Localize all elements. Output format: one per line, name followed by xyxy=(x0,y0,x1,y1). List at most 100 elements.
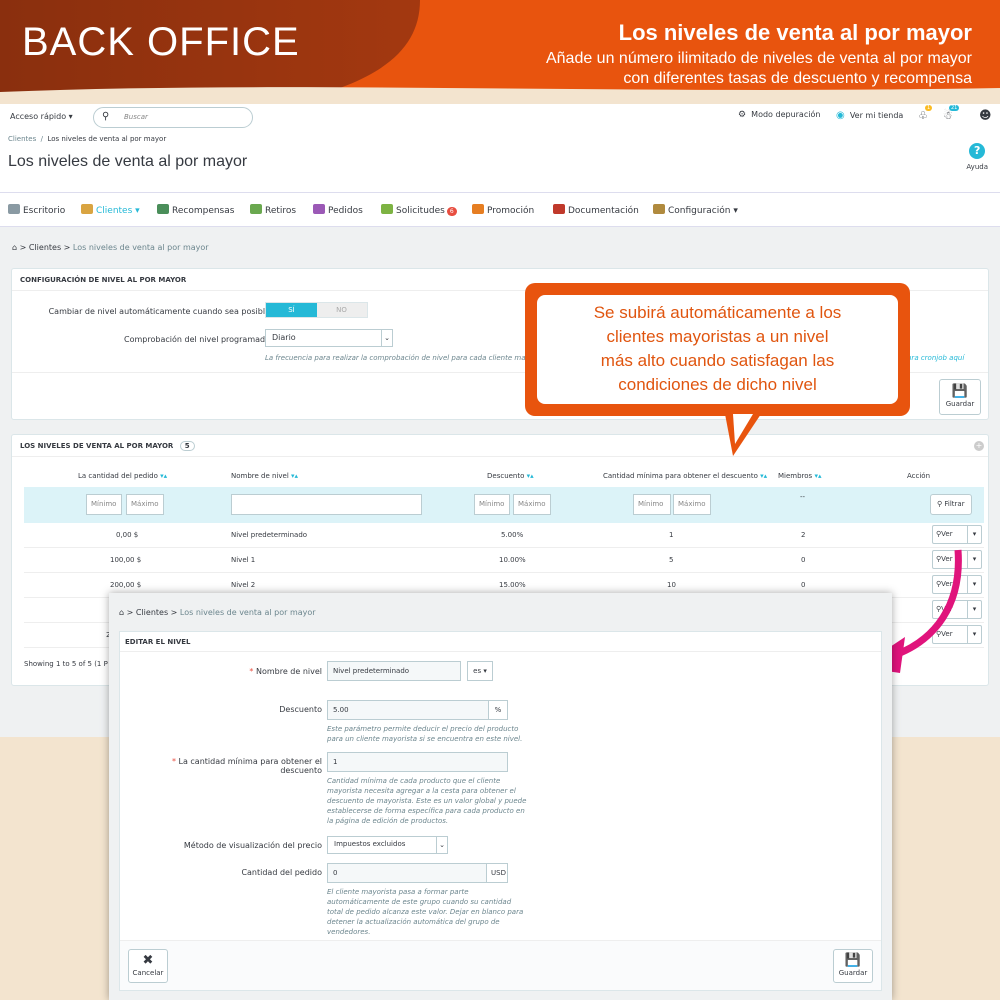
orders-cart-icon[interactable]: ☃ 21 xyxy=(943,105,960,122)
switch-no[interactable]: NO xyxy=(316,303,367,317)
cancel-label: Cancelar xyxy=(132,969,164,977)
help-button[interactable]: ? Ayuda xyxy=(966,143,988,171)
cronjob-link[interactable]: ura cronjob aquí xyxy=(907,353,964,363)
nav-item-documentation[interactable]: Documentación xyxy=(553,204,639,216)
user-account-icon[interactable]: ☻ xyxy=(979,108,992,122)
save-button[interactable]: 💾 Guardar xyxy=(833,949,873,983)
cancel-button[interactable]: ✖ Cancelar xyxy=(128,949,168,983)
callout-line: Se subirá automáticamente a los xyxy=(593,303,842,322)
home-icon[interactable]: ⌂ xyxy=(119,608,124,617)
col-order-amount[interactable]: La cantidad del pedido ▾▴ xyxy=(78,472,167,480)
cell-minqty: 10 xyxy=(667,581,676,589)
sort-icon[interactable]: ▾▴ xyxy=(814,472,821,480)
hint-line: para un cliente mayorista si se encuentr… xyxy=(327,735,523,743)
breadcrumb-separator: > xyxy=(63,243,71,252)
breadcrumb-parent[interactable]: Clientes xyxy=(29,243,61,252)
edit-footer: ✖ Cancelar 💾 Guardar xyxy=(120,940,881,990)
column-label: La cantidad del pedido xyxy=(78,472,158,480)
breadcrumb-separator: / xyxy=(40,135,44,143)
breadcrumb-parent[interactable]: Clientes xyxy=(136,608,168,617)
minqty-min-filter[interactable]: Mínimo xyxy=(633,494,671,515)
cell-minqty: 1 xyxy=(669,531,674,539)
caret-down-icon[interactable]: ▾ xyxy=(967,526,981,543)
col-min-qty[interactable]: Cantidad mínima para obtener el descuent… xyxy=(603,472,767,480)
config-save-button[interactable]: 💾 Guardar xyxy=(939,379,981,415)
quick-access-menu[interactable]: Acceso rápido ▾ xyxy=(10,112,73,121)
cell-members: 2 xyxy=(801,531,806,539)
nav-item-configuration[interactable]: Configuración ▾ xyxy=(653,204,738,216)
members-filter[interactable]: -- xyxy=(800,493,805,501)
save-icon: 💾 xyxy=(951,384,969,399)
filter-button[interactable]: ⚲ Filtrar xyxy=(930,494,972,515)
search-input[interactable]: ⚲ Buscar xyxy=(93,107,253,128)
nav-label: Recompensas xyxy=(172,206,235,216)
hint-line: automáticamente de este grupo cuando su … xyxy=(327,898,512,906)
min-qty-input[interactable]: 1 xyxy=(327,752,508,772)
edit-panel-header: EDITAR EL NIVEL xyxy=(120,632,881,652)
add-new-icon[interactable]: + xyxy=(974,441,984,451)
nav-item-customers[interactable]: Clientes ▾ xyxy=(81,204,140,216)
breadcrumb-current: Los niveles de venta al por mayor xyxy=(72,243,209,252)
order-amount-input[interactable]: 0 xyxy=(327,863,487,883)
level-name-filter[interactable] xyxy=(231,494,422,515)
hint-line: descuento de mayorista. Este es un valor… xyxy=(327,797,527,805)
view-button[interactable]: ⚲Ver ▾ xyxy=(932,525,982,544)
home-icon[interactable]: ⌂ xyxy=(12,243,17,252)
sort-icon[interactable]: ▾▴ xyxy=(291,472,298,480)
requests-badge: 6 xyxy=(446,207,457,216)
switch-yes[interactable]: SÍ xyxy=(266,303,317,317)
table-row[interactable]: 100,00 $ Nivel 1 10.00% 5 0 ⚲Ver ▾ xyxy=(24,548,984,573)
dashboard-icon xyxy=(8,204,20,214)
level-name-label: * Nombre de nivel xyxy=(249,667,322,676)
callout-line: más alto cuando satisfagan las xyxy=(600,351,835,370)
hint-line: Cantidad mínima de cada producto que el … xyxy=(327,777,501,785)
promotion-icon xyxy=(472,204,484,214)
col-level-name[interactable]: Nombre de nivel ▾▴ xyxy=(231,472,298,480)
cell-discount: 10.00% xyxy=(499,556,526,564)
nav-item-promotion[interactable]: Promoción xyxy=(472,204,534,216)
customers-icon xyxy=(81,204,93,214)
column-label: Cantidad mínima para obtener el descuent… xyxy=(603,472,758,480)
amount-min-filter[interactable]: Mínimo xyxy=(86,494,122,515)
language-select[interactable]: es ▾ xyxy=(467,661,493,681)
cell-amount: 100,00 $ xyxy=(110,556,142,564)
discount-min-filter[interactable]: Mínimo xyxy=(474,494,510,515)
order-amount-label: Cantidad del pedido xyxy=(241,868,322,877)
breadcrumb-parent[interactable]: Clientes xyxy=(8,135,36,143)
price-display-select[interactable]: Impuestos excluidos ⌄ xyxy=(327,836,448,854)
nav-item-rewards[interactable]: Recompensas xyxy=(157,204,234,216)
sort-icon[interactable]: ▾▴ xyxy=(527,472,534,480)
banner-subtitle-line: con diferentes tasas de descuento y reco… xyxy=(623,70,972,87)
edit-breadcrumb: ⌂ > Clientes > Los niveles de venta al p… xyxy=(119,608,316,617)
edit-level-window: ⌂ > Clientes > Los niveles de venta al p… xyxy=(109,593,892,1000)
minqty-max-filter[interactable]: Máximo xyxy=(673,494,711,515)
scheduled-check-select[interactable]: Diario ⌄ xyxy=(265,329,393,347)
nav-label: Clientes ▾ xyxy=(96,206,140,216)
nav-item-dashboard[interactable]: Escritorio xyxy=(8,204,65,216)
banner-left-title: BACK OFFICE xyxy=(22,20,300,64)
nav-item-withdrawals[interactable]: Retiros xyxy=(250,204,296,216)
discount-input[interactable]: 5.00 xyxy=(327,700,489,720)
discount-unit: % xyxy=(488,700,508,720)
sort-icon[interactable]: ▾▴ xyxy=(760,472,767,480)
cell-amount: 200,00 $ xyxy=(110,581,142,589)
view-store-link[interactable]: ◉ Ver mi tienda xyxy=(836,110,903,121)
nav-item-requests[interactable]: Solicitudes 6 xyxy=(381,204,457,216)
notifications-bell-icon[interactable]: ♧ 1 xyxy=(918,105,933,122)
col-members[interactable]: Miembros ▾▴ xyxy=(778,472,821,480)
auto-level-switch[interactable]: SÍ NO xyxy=(265,302,368,318)
debug-mode-link[interactable]: ⚙ Modo depuración xyxy=(738,110,820,120)
col-discount[interactable]: Descuento ▾▴ xyxy=(487,472,534,480)
min-qty-label: * La cantidad mínima para obtener el des… xyxy=(171,757,322,775)
sort-icon[interactable]: ▾▴ xyxy=(160,472,167,480)
callout-tail xyxy=(725,414,761,456)
discount-max-filter[interactable]: Máximo xyxy=(513,494,551,515)
amount-max-filter[interactable]: Máximo xyxy=(126,494,164,515)
level-name-input[interactable]: Nivel predeterminado xyxy=(327,661,461,681)
nav-item-orders[interactable]: Pedidos xyxy=(313,204,363,216)
help-label: Ayuda xyxy=(966,163,988,171)
search-placeholder: Buscar xyxy=(124,113,148,121)
scheduled-check-label: Comprobación del nivel programado xyxy=(124,335,270,344)
table-row[interactable]: 0,00 $ Nivel predeterminado 5.00% 1 2 ⚲V… xyxy=(24,523,984,548)
main-navigation: Escritorio Clientes ▾ Recompensas Retiro… xyxy=(0,193,1000,227)
